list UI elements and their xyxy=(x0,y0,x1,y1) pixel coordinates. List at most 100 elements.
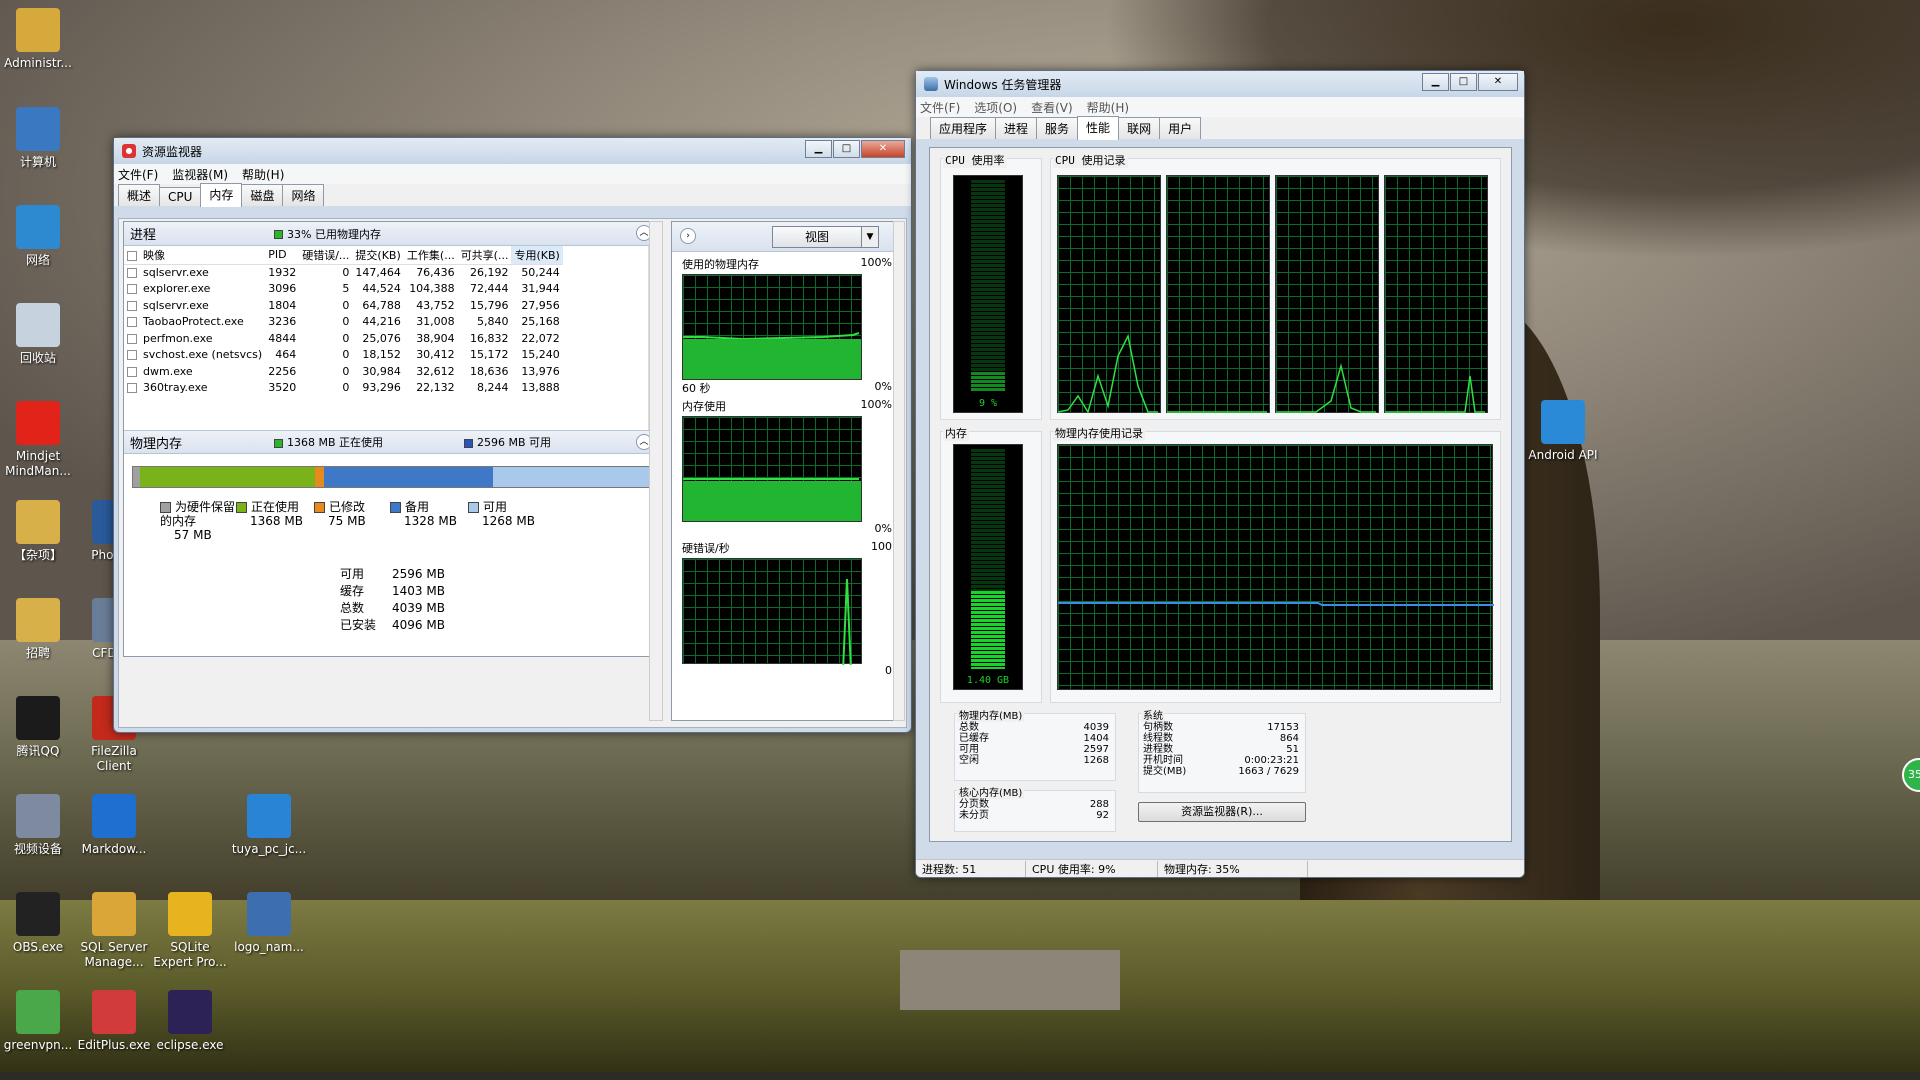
process-value-cell: 38,904 xyxy=(404,330,458,347)
tab-services[interactable]: 服务 xyxy=(1036,117,1079,139)
desktop-icon-18[interactable]: greenvpn... xyxy=(0,990,76,1053)
table-row[interactable]: dwm.exe 2256 0 30,984 32,612 18,636 13,976 xyxy=(124,363,563,380)
row-checkbox[interactable] xyxy=(127,350,137,361)
col-pid[interactable]: PID xyxy=(265,246,300,265)
menu-help[interactable]: 帮助(H) xyxy=(242,166,284,183)
right-pane-scrollbar[interactable] xyxy=(893,221,905,721)
minimize-button[interactable]: ▁ xyxy=(1422,73,1449,91)
col-commit[interactable]: 提交(KB) xyxy=(352,246,404,265)
menu-help[interactable]: 帮助(H) xyxy=(1087,99,1129,116)
desktop-icon-20[interactable]: eclipse.exe xyxy=(152,990,228,1053)
menu-file[interactable]: 文件(F) xyxy=(920,99,960,116)
table-row[interactable]: sqlservr.exe 1932 0 147,464 76,436 26,192 50,2… xyxy=(124,264,563,281)
table-row[interactable]: explorer.exe 3096 5 44,524 104,388 72,444 31,9… xyxy=(124,281,563,298)
desktop-icon-0[interactable]: Administr... xyxy=(0,8,76,71)
row-checkbox[interactable] xyxy=(127,284,137,295)
table-row[interactable]: svchost.exe (netsvcs) 464 0 18,152 30,412 15,… xyxy=(124,347,563,364)
row-checkbox[interactable] xyxy=(127,383,137,394)
menu-monitor[interactable]: 监视器(M) xyxy=(172,166,228,183)
menu-view[interactable]: 查看(V) xyxy=(1031,99,1073,116)
expand-arrow-icon[interactable]: › xyxy=(680,228,696,244)
resmon-right-pane: › 视图 ▼ 使用的物理内存 100% 60 秒 0% 内存使用 100% 0% 硬错误/秒 1… xyxy=(671,221,903,721)
memory-bar-free xyxy=(493,467,655,487)
stat-value: 0:00:23:21 xyxy=(1244,755,1299,766)
tab-memory[interactable]: 内存 xyxy=(200,183,243,207)
stat-row: 句柄数 17153 xyxy=(1143,722,1299,733)
right-pane-header: › 视图 ▼ xyxy=(672,222,902,252)
maximize-button[interactable]: □ xyxy=(1450,73,1477,91)
row-checkbox[interactable] xyxy=(127,333,137,344)
cell-text: 30,984 xyxy=(362,364,401,378)
cpu-history-label: CPU 使用记录 xyxy=(1053,152,1128,168)
stat-value: 864 xyxy=(1279,733,1299,744)
table-row[interactable]: TaobaoProtect.exe 3236 0 44,216 31,008 5,840 2… xyxy=(124,314,563,331)
select-all-checkbox[interactable] xyxy=(127,250,137,261)
desktop-icon-label: logo_nam... xyxy=(234,940,304,954)
row-checkbox[interactable] xyxy=(127,268,137,278)
col-working-set[interactable]: 工作集(... xyxy=(403,246,458,265)
desktop-icon-2[interactable]: 网络 xyxy=(0,205,76,268)
left-pane-scrollbar[interactable] xyxy=(649,221,663,721)
col-private[interactable]: 专用(KB) xyxy=(511,246,563,265)
tab-cpu[interactable]: CPU xyxy=(159,187,202,206)
tab-overview[interactable]: 概述 xyxy=(118,184,161,206)
desktop-icon-21[interactable]: Android API xyxy=(1525,400,1601,463)
desktop-icon-1[interactable]: 计算机 xyxy=(0,107,76,170)
desktop-icon-19[interactable]: EditPlus.exe xyxy=(76,990,152,1053)
process-value-cell: 30,984 xyxy=(352,363,404,380)
ie-icon xyxy=(1541,400,1585,444)
tab-disk[interactable]: 磁盘 xyxy=(241,184,284,206)
tab-users[interactable]: 用户 xyxy=(1159,117,1202,139)
view-button[interactable]: 视图 xyxy=(772,226,862,248)
tab-networking[interactable]: 联网 xyxy=(1118,117,1161,139)
col-image[interactable]: 映像 xyxy=(124,246,266,265)
stat-label: 可用 xyxy=(959,744,979,755)
menu-file[interactable]: 文件(F) xyxy=(118,166,158,183)
table-row[interactable]: 360tray.exe 3520 0 93,296 22,132 8,244 13,888 xyxy=(124,380,563,397)
desktop-icon-3[interactable]: 回收站 xyxy=(0,303,76,366)
tab-network[interactable]: 网络 xyxy=(282,184,325,206)
process-value-cell: 2256 xyxy=(265,363,299,380)
desktop-icon-7[interactable]: 招聘 xyxy=(0,598,76,661)
available-badge-text: 2596 MB 可用 xyxy=(477,436,552,449)
tab-performance[interactable]: 性能 xyxy=(1077,116,1120,140)
row-checkbox[interactable] xyxy=(127,366,137,377)
desktop-icon-15[interactable]: SQL Server Manage... xyxy=(76,892,152,970)
desktop-icon-16[interactable]: SQLite Expert Pro... xyxy=(152,892,228,970)
view-dropdown-arrow[interactable]: ▼ xyxy=(861,226,879,248)
desktop-icon-17[interactable]: logo_nam... xyxy=(231,892,307,955)
desktop-icon-12[interactable]: Markdow... xyxy=(76,794,152,857)
memory-box: 内存 1.40 GB xyxy=(940,425,1042,703)
desktop-icon-4[interactable]: Mindjet MindMan... xyxy=(0,401,76,479)
tab-processes[interactable]: 进程 xyxy=(995,117,1038,139)
minimize-button[interactable]: ▁ xyxy=(805,140,832,158)
process-section-header[interactable]: 进程 33% 已用物理内存 ︿ xyxy=(124,222,662,246)
process-value-cell: 1804 xyxy=(265,297,299,314)
taskmgr-tabs: 应用程序 进程 服务 性能 联网 用户 xyxy=(916,116,1524,140)
col-hard-faults[interactable]: 硬错误/... xyxy=(299,246,353,265)
cell-text: 16,832 xyxy=(469,331,509,345)
desktop-icon-11[interactable]: 视频设备 xyxy=(0,794,76,857)
desktop-icon-13[interactable]: tuya_pc_jc... xyxy=(231,794,307,857)
maximize-button[interactable]: □ xyxy=(833,140,860,158)
table-row[interactable]: sqlservr.exe 1804 0 64,788 43,752 15,796 27,95… xyxy=(124,297,563,314)
col-shareable[interactable]: 可共享(... xyxy=(457,246,512,265)
desktop-icon-14[interactable]: OBS.exe xyxy=(0,892,76,955)
taskmgr-titlebar[interactable]: Windows 任务管理器 ▁ □ ✕ xyxy=(916,71,1524,97)
kernel-memory-stats-title: 核心内存(MB) xyxy=(957,784,1025,799)
desktop-icon-9[interactable]: 腾讯QQ xyxy=(0,696,76,759)
tab-applications[interactable]: 应用程序 xyxy=(930,117,997,139)
row-checkbox[interactable] xyxy=(127,300,137,311)
table-row[interactable]: perfmon.exe 4844 0 25,076 38,904 16,832 22,072 xyxy=(124,330,563,347)
menu-options[interactable]: 选项(O) xyxy=(974,99,1017,116)
resource-monitor-button[interactable]: 资源监视器(R)... xyxy=(1138,802,1306,822)
process-value-cell: 30,412 xyxy=(404,347,458,364)
row-checkbox[interactable] xyxy=(127,317,137,328)
resmon-titlebar[interactable]: 资源监视器 ▁ □ ✕ xyxy=(114,138,911,164)
desktop-icon-5[interactable]: 【杂项】 xyxy=(0,500,76,563)
cell-text: 22,072 xyxy=(521,331,560,345)
green-badge[interactable]: 35 xyxy=(1902,758,1920,792)
close-button[interactable]: ✕ xyxy=(861,140,905,158)
close-button[interactable]: ✕ xyxy=(1478,73,1518,91)
physical-memory-section-header[interactable]: 物理内存 1368 MB 正在使用 2596 MB 可用 ︿ xyxy=(124,430,662,454)
